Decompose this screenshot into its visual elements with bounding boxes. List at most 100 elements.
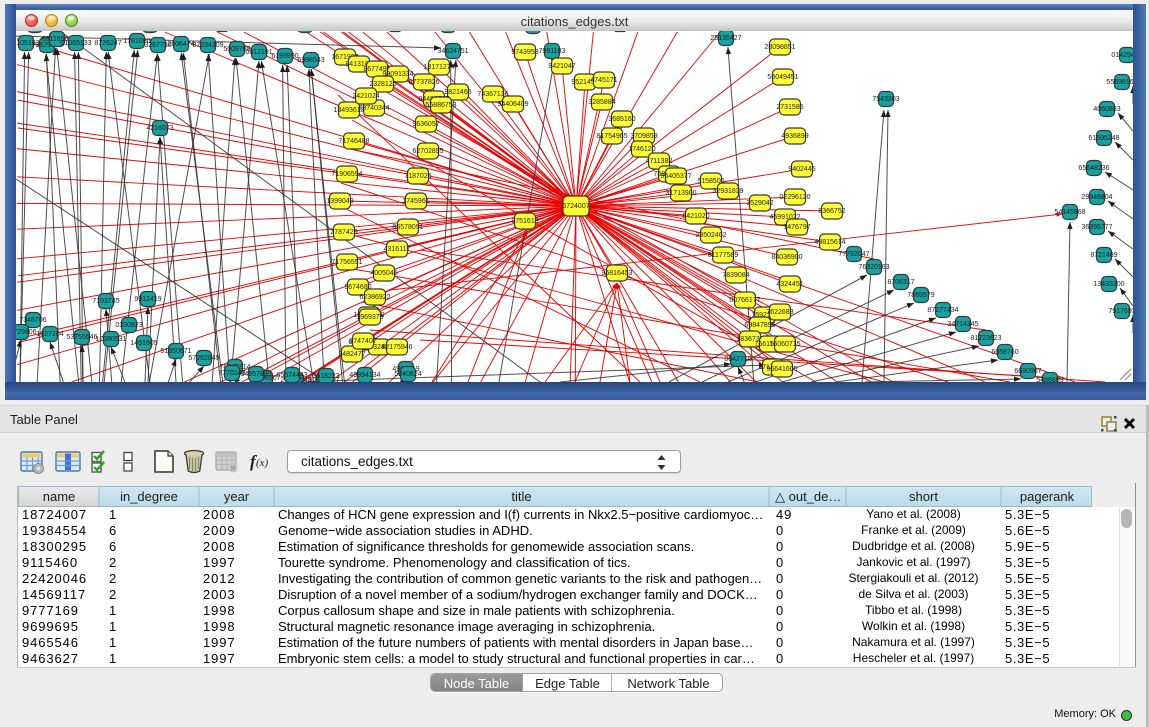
svg-text:9743953: 9743953 — [511, 49, 538, 56]
svg-text:01429401: 01429401 — [1111, 52, 1133, 59]
svg-text:8421020: 8421020 — [682, 213, 709, 220]
svg-text:8721489: 8721489 — [1090, 252, 1117, 259]
svg-text:6690967: 6690967 — [1014, 368, 1041, 375]
svg-text:0330923: 0330923 — [115, 322, 142, 329]
svg-text:1969379: 1969379 — [356, 314, 383, 321]
svg-text:2787429: 2787429 — [330, 229, 357, 236]
svg-text:32931839: 32931839 — [712, 188, 743, 195]
svg-text:62386922: 62386922 — [359, 294, 390, 301]
svg-text:01065133: 01065133 — [60, 40, 91, 47]
svg-text:87277434: 87277434 — [927, 307, 958, 314]
svg-text:62729806: 62729806 — [16, 329, 37, 336]
svg-text:1476797: 1476797 — [783, 224, 810, 231]
svg-text:8366752: 8366752 — [818, 208, 845, 215]
svg-text:1627204: 1627204 — [36, 331, 63, 338]
svg-text:9636057: 9636057 — [412, 121, 439, 128]
svg-text:2606474: 2606474 — [167, 41, 194, 48]
svg-text:71756551: 71756551 — [331, 259, 362, 266]
svg-text:02296120: 02296120 — [779, 194, 810, 201]
svg-text:51850671: 51850671 — [160, 348, 191, 355]
svg-text:9421047: 9421047 — [548, 63, 575, 70]
svg-text:9751613: 9751613 — [511, 218, 538, 225]
svg-text:7917693: 7917693 — [1108, 308, 1133, 315]
svg-text:71906594: 71906594 — [331, 171, 362, 178]
svg-text:7839084: 7839084 — [722, 272, 749, 279]
svg-text:9912419: 9912419 — [134, 296, 161, 303]
svg-text:7543303: 7543303 — [872, 96, 899, 103]
svg-text:86578091: 86578091 — [392, 224, 423, 231]
svg-text:53755646: 53755646 — [66, 334, 97, 341]
svg-text:96641605: 96641605 — [766, 366, 797, 373]
svg-text:77752047: 77752047 — [838, 251, 869, 258]
svg-text:3709859: 3709859 — [630, 133, 657, 140]
svg-text:8726247: 8726247 — [94, 40, 121, 47]
svg-text:57262849: 57262849 — [188, 355, 219, 362]
svg-text:6998543: 6998543 — [297, 57, 324, 64]
svg-text:7346706: 7346706 — [19, 317, 46, 324]
svg-text:36995777: 36995777 — [1081, 224, 1112, 231]
svg-text:7187026: 7187026 — [404, 173, 431, 180]
svg-text:65648236: 65648236 — [1078, 165, 1109, 172]
svg-text:67737826: 67737826 — [408, 79, 439, 86]
svg-text:34714345: 34714345 — [947, 321, 978, 328]
svg-text:6658760: 6658760 — [991, 349, 1018, 356]
svg-text:81223623: 81223623 — [970, 335, 1001, 342]
svg-text:84036900: 84036900 — [771, 254, 802, 261]
svg-text:5240824: 5240824 — [394, 371, 421, 378]
svg-text:5724007: 5724007 — [562, 203, 589, 210]
svg-text:82175946: 82175946 — [381, 344, 412, 351]
svg-text:96405377: 96405377 — [660, 173, 691, 180]
svg-text:3518233: 3518233 — [312, 373, 339, 380]
svg-text:1745961: 1745961 — [402, 198, 429, 205]
svg-text:4745171: 4745171 — [590, 77, 617, 84]
svg-text:96816453: 96816453 — [601, 270, 632, 277]
svg-text:31713900: 31713900 — [665, 190, 696, 197]
svg-text:81754965: 81754965 — [596, 133, 627, 140]
svg-text:3685160: 3685160 — [608, 116, 635, 123]
svg-text:6193990: 6193990 — [271, 53, 298, 60]
svg-text:34957885: 34957885 — [240, 371, 271, 378]
svg-text:85574443: 85574443 — [276, 372, 307, 379]
svg-text:7889579: 7889579 — [907, 292, 934, 299]
svg-text:17080531: 17080531 — [95, 336, 126, 343]
svg-text:9821465: 9821465 — [444, 89, 471, 96]
svg-text:1491905: 1491905 — [130, 340, 157, 347]
svg-text:55698169: 55698169 — [1106, 79, 1133, 86]
svg-text:69847896: 69847896 — [744, 322, 775, 329]
svg-text:4324451: 4324451 — [776, 281, 803, 288]
svg-text:2421024: 2421024 — [352, 93, 379, 100]
svg-text:4316117: 4316117 — [384, 246, 411, 253]
svg-text:16060715: 16060715 — [769, 341, 800, 348]
svg-text:13171274: 13171274 — [423, 64, 454, 71]
svg-text:49894134: 49894134 — [349, 372, 380, 379]
svg-text:87234309: 87234309 — [192, 42, 223, 49]
svg-text:9402445: 9402445 — [788, 166, 815, 173]
svg-text:56049451: 56049451 — [767, 74, 798, 81]
svg-text:13433200: 13433200 — [1093, 281, 1124, 288]
svg-text:81177589: 81177589 — [708, 252, 739, 259]
svg-text:34624751: 34624751 — [437, 48, 468, 55]
svg-text:54145868: 54145868 — [1054, 209, 1085, 216]
svg-text:0842710: 0842710 — [724, 356, 751, 363]
svg-text:2731585: 2731585 — [776, 104, 803, 111]
svg-text:3529042: 3529042 — [746, 200, 773, 207]
svg-text:71746488: 71746488 — [338, 138, 369, 145]
svg-text:2328120: 2328120 — [369, 81, 396, 88]
svg-text:25135427: 25135427 — [710, 35, 741, 42]
svg-text:39502402: 39502402 — [695, 232, 726, 239]
svg-text:(x): (x) — [256, 457, 269, 469]
svg-text:7991183: 7991183 — [539, 48, 566, 55]
svg-text:5466889: 5466889 — [1036, 377, 1063, 382]
svg-text:13493618: 13493618 — [333, 107, 364, 114]
svg-text:4936899: 4936899 — [781, 133, 808, 140]
svg-text:43815614: 43815614 — [814, 239, 845, 246]
svg-text:7622683: 7622683 — [766, 309, 793, 316]
svg-text:4005045: 4005045 — [370, 270, 397, 277]
svg-text:28098851: 28098851 — [764, 44, 795, 51]
svg-text:62702895: 62702895 — [412, 148, 443, 155]
svg-text:8708317: 8708317 — [887, 279, 914, 286]
svg-text:00766177: 00766177 — [729, 297, 760, 304]
svg-text:3747407: 3747407 — [349, 338, 376, 345]
svg-text:1399049: 1399049 — [326, 198, 353, 205]
svg-text:7193745: 7193745 — [92, 298, 119, 305]
